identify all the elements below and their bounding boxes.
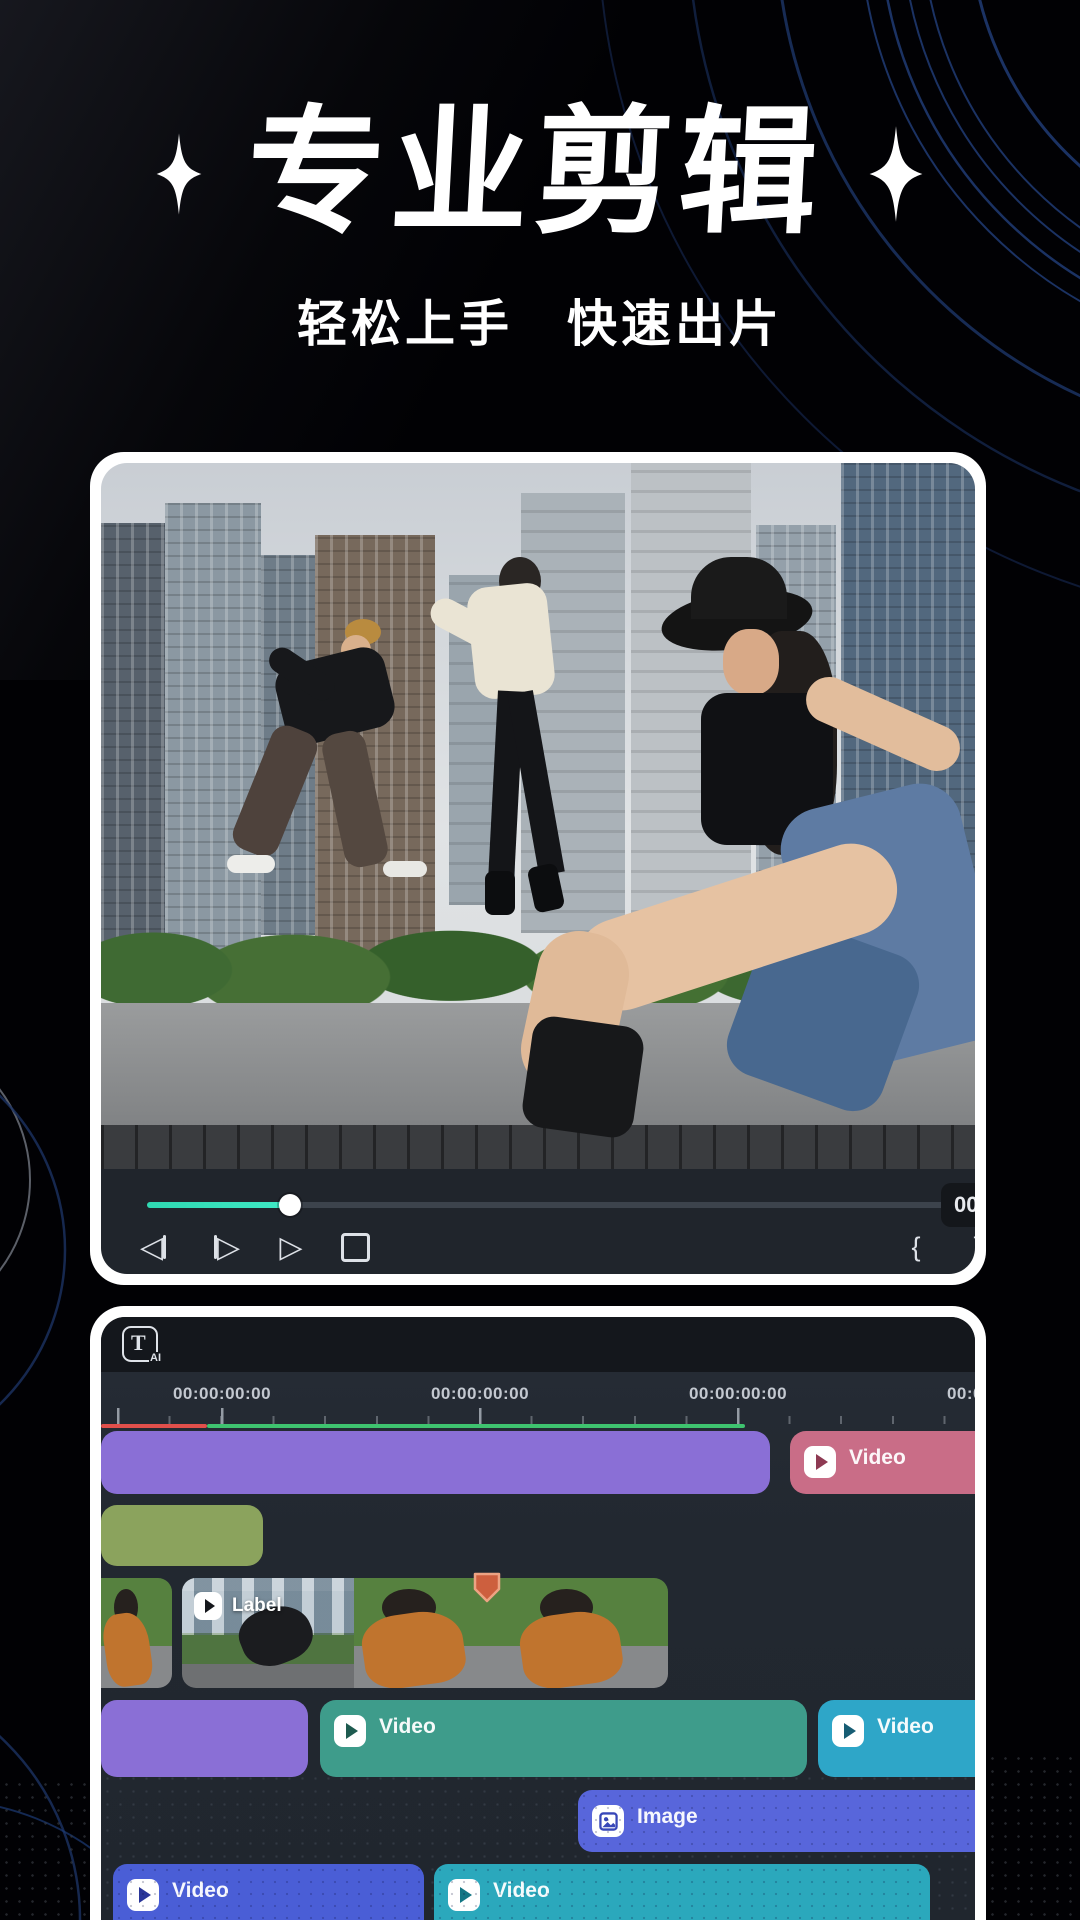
- video-preview-frame: [101, 463, 975, 1169]
- clip-image[interactable]: Image: [578, 1790, 975, 1852]
- bracket-open-icon: {: [911, 1232, 920, 1263]
- clip-video-cyan[interactable]: Video: [818, 1700, 975, 1777]
- ruler-timecode: 00:00:00:00: [689, 1384, 787, 1404]
- timeline-toolbar: T AI: [101, 1317, 975, 1372]
- clip-label: Video: [493, 1879, 550, 1903]
- text-ai-tool-icon[interactable]: T AI: [122, 1326, 158, 1362]
- seek-slider-thumb[interactable]: [279, 1194, 301, 1216]
- dot-pattern-bottom-right: [986, 1752, 1080, 1920]
- previous-frame-button[interactable]: ◁: [131, 1227, 175, 1267]
- clip-olive[interactable]: [101, 1505, 263, 1566]
- timeline-card: T AI 00:00:00:00 00:00:00:00 00:00:00:00…: [90, 1306, 986, 1920]
- page: 专业剪辑 轻松上手 快速出片: [0, 0, 1080, 1920]
- play-badge-icon: [334, 1715, 366, 1747]
- ruler-timecode: 00:00:00:00: [431, 1384, 529, 1404]
- clip-label: Label: [232, 1595, 282, 1617]
- clip-label: Video: [172, 1879, 229, 1903]
- clip-video-teal2[interactable]: Video: [434, 1864, 930, 1920]
- level-line-red: [101, 1424, 207, 1428]
- play-badge-icon: [194, 1592, 222, 1620]
- video-preview-card: 00 ◁ ▷ ▷ {: [90, 452, 986, 1285]
- page-subtitle: 轻松上手 快速出片: [0, 284, 1080, 356]
- keyframe-open-button[interactable]: {: [901, 1227, 931, 1267]
- clip-purple[interactable]: [101, 1431, 770, 1494]
- deck-wall: [101, 1125, 975, 1169]
- ruler-timecode: 00:00:00:00: [173, 1384, 271, 1404]
- clip-label: Image: [637, 1805, 698, 1829]
- timeline-tracks-area[interactable]: 00:00:00:00 00:00:00:00 00:00:00:00 00:0…: [101, 1372, 975, 1920]
- clip-label: Video: [379, 1715, 436, 1739]
- dot-pattern-bottom-left: [0, 1778, 90, 1920]
- clip-purple[interactable]: [101, 1700, 308, 1777]
- label-tag: Label: [194, 1592, 282, 1620]
- clip-label: Video: [877, 1715, 934, 1739]
- stop-icon: [341, 1233, 370, 1262]
- playback-controls-bar: 00 ◁ ▷ ▷ {: [101, 1169, 975, 1274]
- play-badge-icon: [804, 1446, 836, 1478]
- stop-button[interactable]: [337, 1227, 373, 1267]
- sparkle-icon-left: [151, 133, 207, 215]
- clip-label: Video: [849, 1446, 906, 1470]
- page-title: 专业剪辑: [243, 98, 827, 250]
- hero-section: 专业剪辑 轻松上手 快速出片: [0, 98, 1080, 356]
- clip-thumbnail-2[interactable]: Label: [182, 1578, 668, 1688]
- image-badge-icon: [592, 1805, 624, 1837]
- next-frame-icon: ▷: [217, 1230, 240, 1265]
- play-button[interactable]: ▷: [273, 1227, 309, 1267]
- bracket-close-icon: }: [973, 1232, 975, 1263]
- level-line-green: [207, 1424, 745, 1428]
- clip-thumbnail-1[interactable]: [101, 1578, 172, 1688]
- previous-frame-icon: ◁: [140, 1230, 163, 1265]
- clip-video-blue[interactable]: Video: [113, 1864, 424, 1920]
- sparkle-icon-right: [863, 126, 929, 222]
- play-icon: ▷: [279, 1230, 302, 1265]
- seek-slider[interactable]: [147, 1202, 948, 1208]
- marker-pin-icon[interactable]: [471, 1570, 503, 1606]
- ruler-timecode: 00:00:00:00: [947, 1384, 975, 1404]
- seek-slider-fill: [147, 1202, 290, 1208]
- timecode-display: 00: [941, 1183, 975, 1227]
- next-frame-button[interactable]: ▷: [205, 1227, 249, 1267]
- clip-video-pink[interactable]: Video: [790, 1431, 975, 1494]
- play-badge-icon: [448, 1879, 480, 1911]
- clip-video-teal[interactable]: Video: [320, 1700, 807, 1777]
- ruler-ticks[interactable]: [101, 1406, 975, 1424]
- keyframe-close-button[interactable]: }: [963, 1227, 975, 1267]
- play-badge-icon: [832, 1715, 864, 1747]
- play-badge-icon: [127, 1879, 159, 1911]
